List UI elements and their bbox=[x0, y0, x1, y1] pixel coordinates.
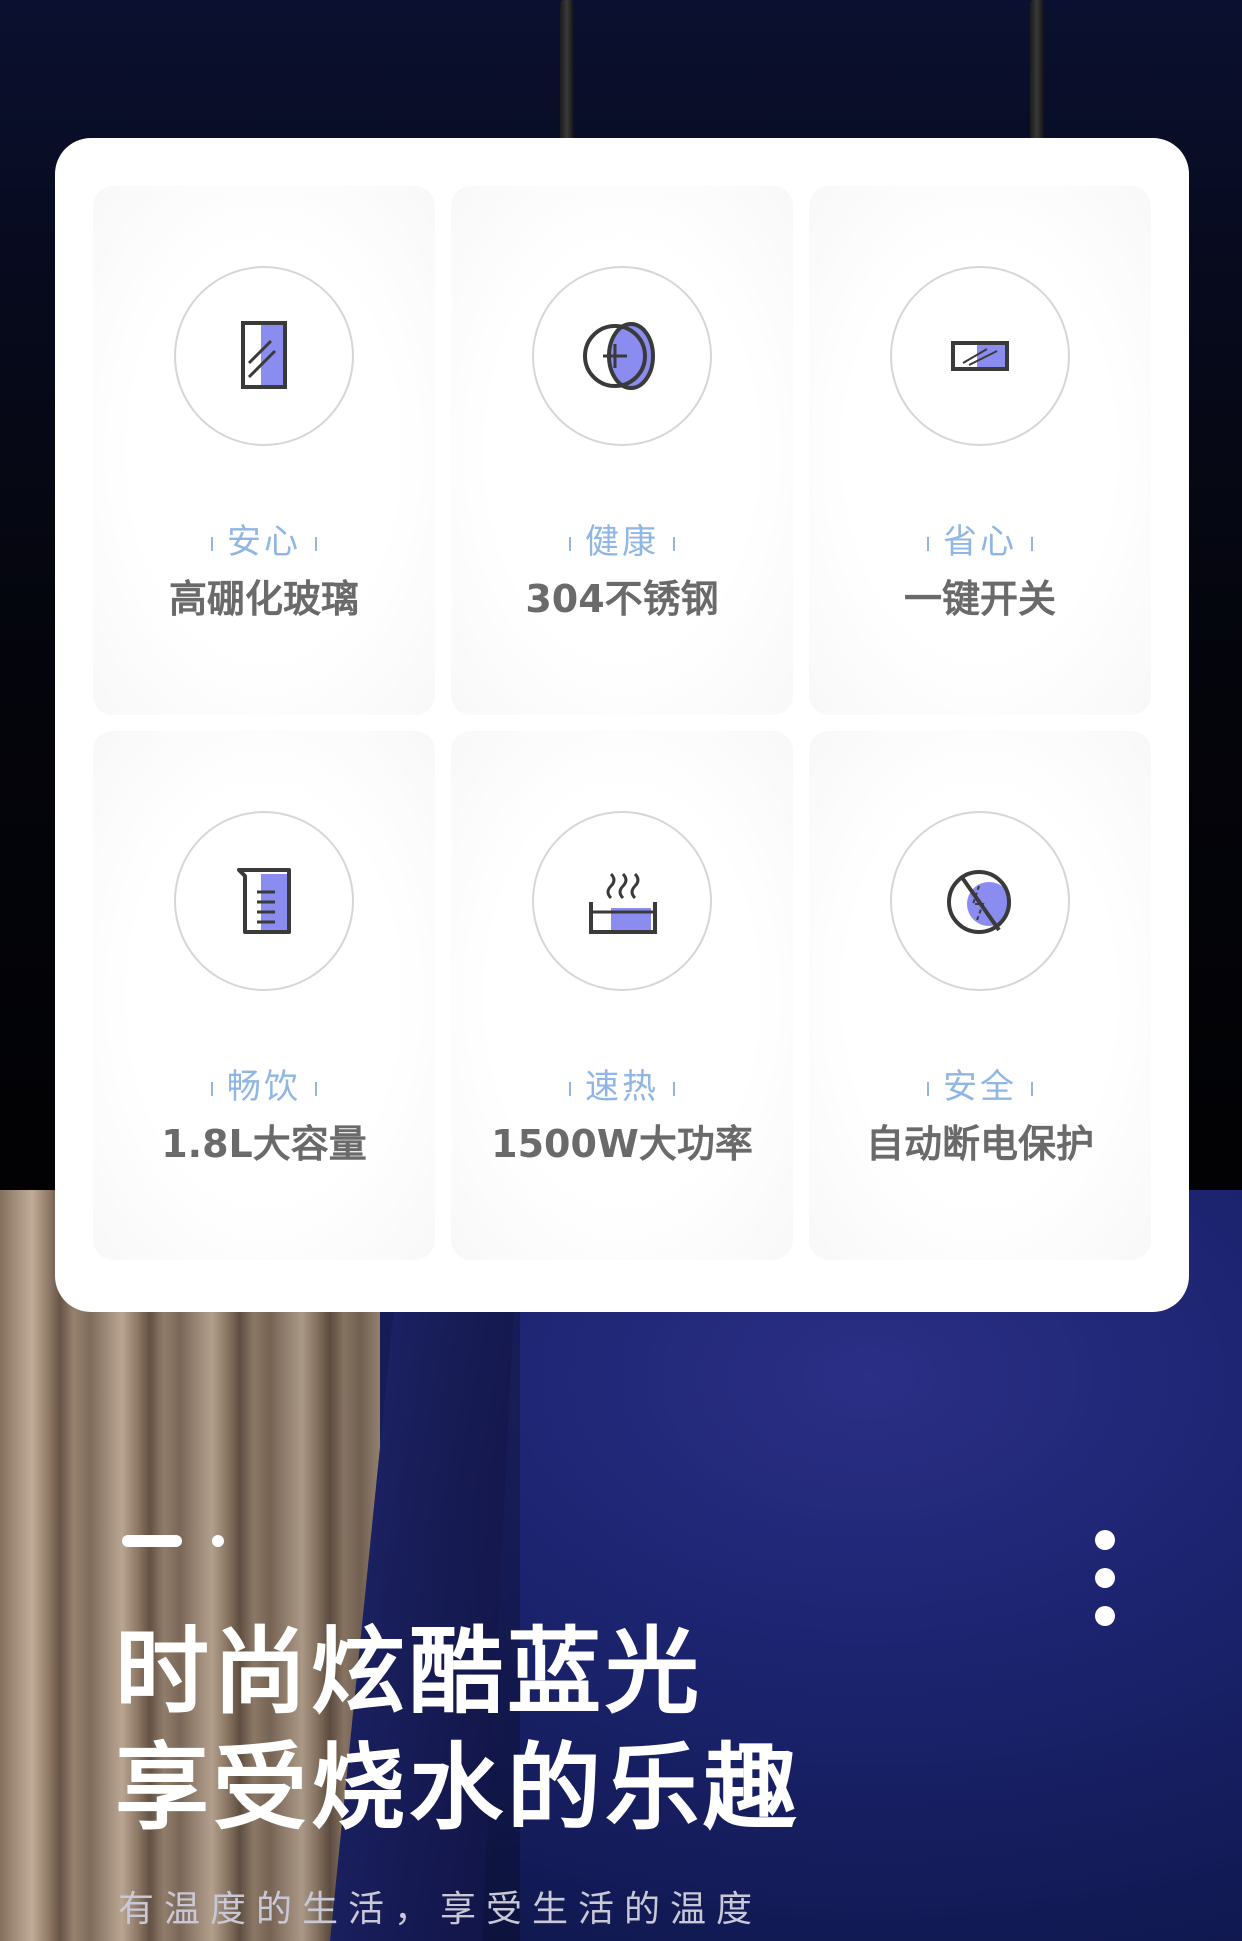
feature-title: 安心 bbox=[85, 514, 443, 563]
feature-title: 畅饮 bbox=[85, 1059, 443, 1108]
feature-item: 健康 304不锈钢 bbox=[443, 178, 801, 723]
hero-title-line: 享受烧水的乐趣 bbox=[115, 1734, 802, 1843]
section-dot-marker bbox=[212, 1535, 224, 1547]
heating-water-icon bbox=[532, 811, 712, 991]
feature-item: 畅饮 1.8L大容量 bbox=[85, 723, 443, 1268]
hero-subtitle: 有温度的生活，享受生活的温度 bbox=[118, 1889, 763, 1930]
feature-title: 安全 bbox=[801, 1059, 1159, 1108]
feature-description: 一键开关 bbox=[903, 577, 1056, 621]
feature-item: 速热 1500W大功率 bbox=[443, 723, 801, 1268]
more-options-icon[interactable] bbox=[1095, 1530, 1115, 1630]
steel-layer-icon bbox=[532, 266, 712, 446]
glass-panel-icon bbox=[174, 266, 354, 446]
feature-title: 省心 bbox=[801, 514, 1159, 563]
background-pole bbox=[560, 0, 574, 145]
section-dash-marker bbox=[122, 1535, 182, 1547]
feature-title: 速热 bbox=[443, 1059, 801, 1108]
background-pole bbox=[1030, 0, 1044, 145]
power-off-protection-icon bbox=[890, 811, 1070, 991]
feature-item: 安全 自动断电保护 bbox=[801, 723, 1159, 1268]
feature-description: 304不锈钢 bbox=[525, 577, 719, 621]
feature-description: 1500W大功率 bbox=[491, 1122, 753, 1166]
feature-title: 健康 bbox=[443, 514, 801, 563]
switch-button-icon bbox=[890, 266, 1070, 446]
hero-title: 时尚炫酷蓝光 享受烧水的乐趣 bbox=[115, 1615, 801, 1847]
features-card: 安心 高硼化玻璃 健康 304不锈钢 省心 一键开关 畅饮 1.8L大容量 速热… bbox=[55, 138, 1189, 1312]
feature-item: 安心 高硼化玻璃 bbox=[85, 178, 443, 723]
features-grid: 安心 高硼化玻璃 健康 304不锈钢 省心 一键开关 畅饮 1.8L大容量 速热… bbox=[85, 178, 1159, 1268]
feature-description: 自动断电保护 bbox=[865, 1122, 1094, 1166]
beaker-icon bbox=[174, 811, 354, 991]
feature-description: 1.8L大容量 bbox=[161, 1122, 367, 1166]
feature-description: 高硼化玻璃 bbox=[168, 577, 359, 621]
feature-item: 省心 一键开关 bbox=[801, 178, 1159, 723]
hero-title-line: 时尚炫酷蓝光 bbox=[115, 1618, 704, 1727]
